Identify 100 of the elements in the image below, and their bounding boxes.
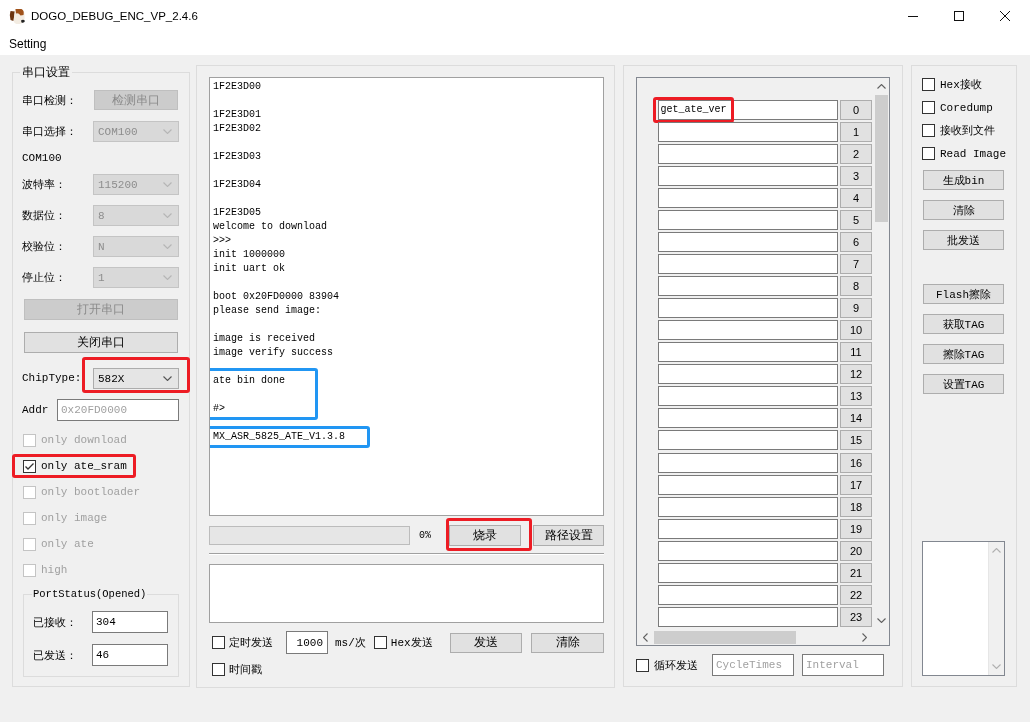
action-button[interactable]: 烧录 <box>449 525 521 546</box>
row-number-button[interactable]: 16 <box>840 452 872 473</box>
checkbox-label: 定时发送 <box>229 636 273 650</box>
checkbox[interactable] <box>212 636 225 649</box>
row-number-button[interactable]: 1 <box>840 122 872 143</box>
chevron-icon <box>163 213 172 218</box>
command-field[interactable] <box>658 518 838 539</box>
dropdown[interactable]: 582X <box>93 368 179 389</box>
row-number-button[interactable]: 14 <box>840 408 872 429</box>
row-number-button[interactable]: 13 <box>840 386 872 407</box>
menu-item[interactable]: Setting <box>9 36 47 51</box>
command-field[interactable] <box>658 232 838 253</box>
count-field[interactable]: 304 <box>92 611 168 633</box>
action-button[interactable]: 清除 <box>923 200 1004 221</box>
scrollbar-thumb[interactable] <box>874 95 888 222</box>
chevron-icon <box>163 182 172 187</box>
scroll-left-icon[interactable] <box>642 632 648 642</box>
action-button[interactable]: 擦除TAG <box>923 344 1004 365</box>
interval-field[interactable]: Interval <box>802 654 884 676</box>
row-number-button[interactable]: 21 <box>840 562 872 583</box>
command-field[interactable] <box>658 540 838 561</box>
command-field[interactable] <box>658 320 838 341</box>
port-button[interactable]: 关闭串口 <box>24 332 178 353</box>
command-field[interactable] <box>658 474 838 495</box>
action-button[interactable]: 批发送 <box>923 230 1004 251</box>
checkbox[interactable] <box>635 658 649 672</box>
action-button[interactable]: 清除 <box>531 632 604 653</box>
checkbox[interactable] <box>922 78 935 91</box>
field-label: 数据位： <box>22 209 67 223</box>
group-title: PortStatus(Opened) <box>32 587 148 602</box>
action-button[interactable]: Flash擦除 <box>923 284 1004 305</box>
command-field[interactable] <box>658 408 838 429</box>
scroll-up-icon[interactable] <box>876 84 886 89</box>
field-label: 已发送： <box>33 648 78 663</box>
row-number-button[interactable]: 8 <box>840 276 872 297</box>
row-number-button[interactable]: 6 <box>840 232 872 253</box>
row-number-button[interactable]: 9 <box>840 298 872 319</box>
action-button[interactable]: 设置TAG <box>923 374 1004 395</box>
command-field[interactable] <box>658 276 838 297</box>
cycle-times-field[interactable]: CycleTimes <box>712 654 794 676</box>
command-field[interactable] <box>658 452 838 473</box>
field-label: ChipType: <box>22 371 83 386</box>
row-number-button[interactable]: 22 <box>840 584 872 605</box>
command-field[interactable] <box>658 210 838 231</box>
command-field[interactable] <box>658 144 838 165</box>
row-number-button[interactable]: 3 <box>840 166 872 187</box>
progress-text: 0% <box>419 530 431 541</box>
checkbox[interactable] <box>922 147 935 160</box>
checkbox-label: only image <box>41 512 107 524</box>
command-field[interactable] <box>658 342 838 363</box>
address-field[interactable]: 0x20FD0000 <box>57 399 179 421</box>
row-number-button[interactable]: 17 <box>840 474 872 495</box>
scrollbar-thumb[interactable] <box>653 630 796 644</box>
row-number-button[interactable]: 20 <box>840 540 872 561</box>
send-field[interactable] <box>209 564 604 623</box>
command-field[interactable] <box>658 606 838 627</box>
field-label: 已接收： <box>33 615 78 630</box>
action-button[interactable]: 路径设置 <box>533 525 604 546</box>
row-number-button[interactable]: 11 <box>840 342 872 363</box>
command-field[interactable] <box>658 496 838 517</box>
row-number-button[interactable]: 2 <box>840 144 872 165</box>
checkbox[interactable] <box>23 459 36 473</box>
command-field[interactable] <box>658 430 838 451</box>
command-field[interactable] <box>658 254 838 275</box>
field-label: 串口检测： <box>22 93 78 108</box>
row-number-button[interactable]: 4 <box>840 188 872 209</box>
command-field[interactable] <box>658 166 838 187</box>
row-number-button[interactable]: 18 <box>840 496 872 517</box>
row-number-button[interactable]: 7 <box>840 254 872 275</box>
command-field[interactable] <box>658 364 838 385</box>
scroll-right-icon[interactable] <box>862 632 867 642</box>
row-number-button[interactable]: 23 <box>840 606 872 627</box>
window-title: DOGO_DEBUG_ENC_VP_2.4.6 <box>31 10 198 22</box>
row-number-button[interactable]: 12 <box>840 364 872 385</box>
action-button[interactable]: 获取TAG <box>923 314 1004 335</box>
checkbox[interactable] <box>373 636 387 649</box>
log-text: ate bin done #> <box>213 374 285 416</box>
command-field[interactable] <box>658 386 838 407</box>
row-number-button[interactable]: 19 <box>840 518 872 539</box>
action-button[interactable]: 发送 <box>450 632 522 653</box>
action-button[interactable]: 生成bin <box>923 170 1004 191</box>
command-field[interactable] <box>658 298 838 319</box>
scroll-down-icon[interactable] <box>876 618 886 623</box>
row-number-button[interactable]: 5 <box>840 210 872 231</box>
chevron-icon <box>163 244 172 249</box>
count-field[interactable]: 46 <box>92 644 168 666</box>
field-label: 串口选择： <box>22 125 78 139</box>
command-field[interactable] <box>658 122 838 143</box>
row-number-button[interactable]: 0 <box>840 100 872 120</box>
checkbox[interactable] <box>922 124 935 137</box>
period-field[interactable]: 1000 <box>286 631 328 654</box>
row-number-button[interactable]: 15 <box>840 430 872 451</box>
checkbox[interactable] <box>212 663 225 676</box>
checkbox[interactable] <box>922 101 935 114</box>
dog-icon <box>9 7 26 25</box>
unit-label: ms/次 <box>335 636 366 650</box>
row-number-button[interactable]: 10 <box>840 320 872 341</box>
command-field[interactable] <box>658 188 838 209</box>
command-field[interactable] <box>658 562 838 583</box>
command-field[interactable] <box>658 584 838 605</box>
